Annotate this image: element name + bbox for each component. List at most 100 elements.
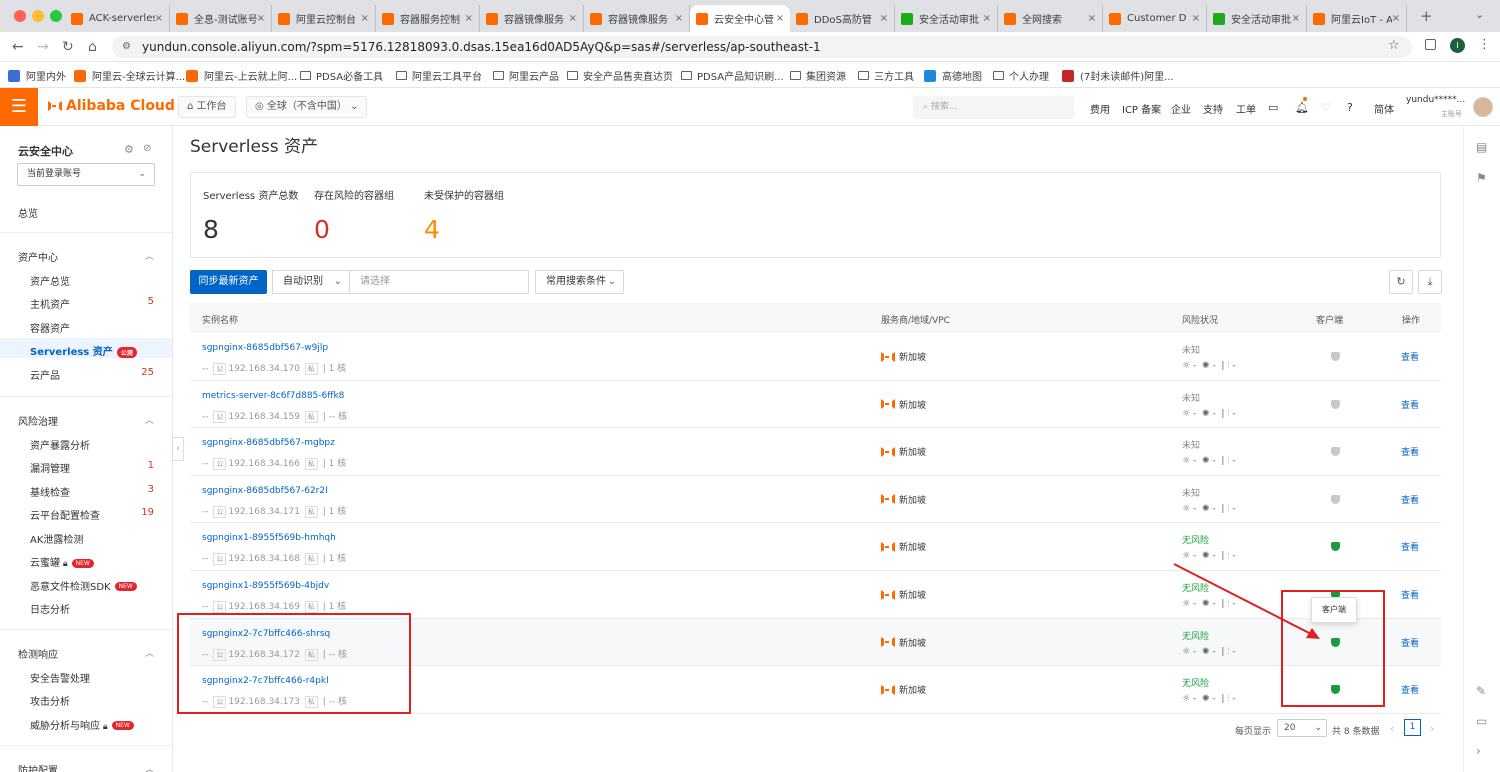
tab-4[interactable]: 容器服务控制 ×	[376, 5, 480, 32]
view-link[interactable]: 查看	[1401, 350, 1419, 363]
link-icp[interactable]: ICP 备案	[1122, 101, 1161, 116]
view-link[interactable]: 查看	[1401, 540, 1419, 553]
user-avatar[interactable]	[1473, 97, 1493, 117]
alert-icon[interactable]: ⫶	[1227, 409, 1229, 419]
client-shield-icon[interactable]	[1331, 399, 1340, 409]
tab-12[interactable]: 安全活动审批 ×	[1207, 5, 1307, 32]
download-button[interactable]: ⤓	[1418, 270, 1442, 294]
view-link[interactable]: 查看	[1401, 636, 1419, 649]
reload-icon[interactable]: ↻	[62, 39, 74, 55]
baseline-icon[interactable]: ✺	[1202, 456, 1210, 466]
baseline-icon[interactable]: ✺	[1202, 409, 1210, 419]
stat-unprotected-value[interactable]: 4	[424, 215, 440, 244]
bell-icon[interactable]: 🔔︎	[1295, 101, 1309, 114]
workbench-button[interactable]: ⌂ 工作台	[178, 96, 236, 118]
new-tab-icon[interactable]: +	[1420, 7, 1433, 25]
sidebar-item[interactable]: 容器资产	[0, 315, 172, 335]
view-link[interactable]: 查看	[1401, 588, 1419, 601]
sidebar-item[interactable]: 云产品 25	[0, 362, 172, 382]
vulnerability-icon[interactable]: ☼	[1182, 456, 1190, 466]
minimize-window-icon[interactable]	[32, 10, 44, 22]
sidebar-item[interactable]: 主机资产 5	[0, 291, 172, 311]
sidebar-section-title[interactable]: 检测响应	[18, 646, 58, 661]
maximize-window-icon[interactable]	[50, 10, 62, 22]
bookmark-item[interactable]: 阿里云工具平台	[396, 68, 482, 83]
link-ticket[interactable]: 工单	[1236, 101, 1256, 116]
chevron-up-icon[interactable]: ︿	[145, 413, 154, 426]
flag-icon[interactable]: ⚑	[1476, 171, 1487, 185]
bookmark-star-icon[interactable]: ☆	[1388, 38, 1400, 53]
tab-9[interactable]: 安全活动审批 ×	[895, 5, 998, 32]
link-support[interactable]: 支持	[1203, 101, 1223, 116]
forward-icon[interactable]: →	[37, 39, 49, 55]
sidebar-item[interactable]: 云平台配置检查 19	[0, 502, 172, 522]
message-icon[interactable]: ▭	[1268, 101, 1278, 114]
sidebar-item[interactable]: 基线检查 3	[0, 479, 172, 499]
client-shield-icon[interactable]	[1331, 447, 1340, 457]
tab-close-icon[interactable]: ×	[880, 13, 888, 24]
view-link[interactable]: 查看	[1401, 445, 1419, 458]
view-link[interactable]: 查看	[1401, 398, 1419, 411]
menu-icon[interactable]: ☰	[0, 88, 38, 126]
instance-name-link[interactable]: sgpnginx1-8955f569b-hmhqh	[202, 533, 336, 543]
baseline-icon[interactable]: ✺	[1202, 647, 1210, 657]
site-info-icon[interactable]: ⚙	[122, 36, 131, 58]
page-1-button[interactable]: 1	[1404, 719, 1421, 736]
tab-close-icon[interactable]: ×	[257, 13, 265, 24]
bookmark-item[interactable]: 阿里云产品	[493, 68, 559, 83]
account-select[interactable]: 当前登录账号 ⌄	[17, 163, 155, 186]
baseline-icon[interactable]: ✺	[1202, 504, 1210, 514]
refresh-button[interactable]: ↻	[1389, 270, 1413, 294]
bookmark-item[interactable]: 阿里云-全球云计算...	[74, 68, 185, 83]
instance-name-link[interactable]: sgpnginx-8685dbf567-w9jlp	[202, 343, 328, 353]
sidebar-item[interactable]: 安全告警处理	[0, 665, 172, 685]
tab-close-icon[interactable]: ×	[465, 13, 473, 24]
sidebar-item[interactable]: 资产总览	[0, 268, 172, 288]
tab-close-icon[interactable]: ×	[155, 13, 163, 24]
bookmark-item[interactable]: 三方工具	[858, 68, 914, 83]
sidebar-item[interactable]: 漏洞管理 1	[0, 455, 172, 475]
chevron-up-icon[interactable]: ︿	[145, 762, 154, 772]
alert-icon[interactable]: ⫶	[1227, 694, 1229, 704]
lightbulb-icon[interactable]: ♡	[1321, 101, 1331, 114]
tab-search-icon[interactable]: ⌄	[1475, 8, 1484, 21]
tab-8[interactable]: DDoS高防管 ×	[790, 5, 895, 32]
vulnerability-icon[interactable]: ☼	[1182, 504, 1190, 514]
sidebar-item[interactable]: 攻击分析	[0, 688, 172, 708]
tab-close-icon[interactable]: ×	[983, 13, 991, 24]
tab-6[interactable]: 容器镜像服务 ×	[584, 5, 690, 32]
client-shield-icon[interactable]	[1331, 352, 1340, 361]
vulnerability-icon[interactable]: ☼	[1182, 694, 1190, 704]
bookmark-item[interactable]: 集团资源	[790, 68, 846, 83]
sidebar-item[interactable]: 恶意文件检测SDK NEW	[0, 573, 172, 593]
chevron-up-icon[interactable]: ︿	[145, 646, 154, 659]
bookmark-item[interactable]: 个人办理	[993, 68, 1049, 83]
bookmark-item[interactable]: 安全产品售卖直达页	[567, 68, 673, 83]
home-icon[interactable]: ⌂	[88, 39, 97, 55]
tab-2[interactable]: 全息-测试账号 ×	[170, 5, 272, 32]
common-search-select[interactable]: 常用搜索条件 ⌄	[535, 270, 624, 294]
sidebar-item[interactable]: 日志分析	[0, 596, 172, 616]
console-search-input[interactable]: ⌕ 搜索...	[913, 96, 1074, 119]
tab-close-icon[interactable]: ×	[1088, 13, 1096, 24]
client-shield-icon[interactable]	[1331, 494, 1340, 504]
browser-menu-icon[interactable]: ⋮	[1478, 37, 1491, 52]
next-page-icon[interactable]: ›	[1430, 722, 1434, 735]
feedback-icon[interactable]: ▭	[1476, 714, 1487, 728]
alert-icon[interactable]: ⫶	[1227, 647, 1229, 657]
sidebar-item[interactable]: 资产暴露分析	[0, 432, 172, 452]
tab-7[interactable]: 云安全中心管 ×	[690, 5, 790, 32]
stat-risk-value[interactable]: 0	[314, 215, 330, 244]
tab-1[interactable]: ACK-serverless×	[65, 5, 170, 32]
sidebar-item[interactable]: 云蜜罐 🔒︎ NEW	[0, 549, 172, 569]
bookmark-item[interactable]: (7封未读邮件)阿里...	[1062, 68, 1174, 83]
tab-close-icon[interactable]: ×	[569, 13, 577, 24]
expand-icon[interactable]: ›	[1476, 744, 1481, 758]
tab-close-icon[interactable]: ×	[1192, 13, 1200, 24]
bookmark-item[interactable]: 阿里云-上云就上阿...	[186, 68, 297, 83]
sidebar-item-overview[interactable]: 总览	[18, 205, 38, 220]
sync-assets-button[interactable]: 同步最新资产	[190, 270, 267, 294]
tab-close-icon[interactable]: ×	[361, 13, 369, 24]
view-link[interactable]: 查看	[1401, 683, 1419, 696]
alert-icon[interactable]: ⫶	[1227, 504, 1229, 514]
